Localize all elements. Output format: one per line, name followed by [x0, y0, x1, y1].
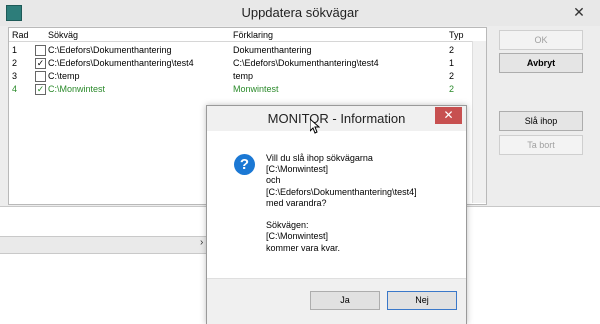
- mouse-cursor-icon: [309, 117, 321, 137]
- row-type: 2: [449, 71, 455, 81]
- close-icon[interactable]: ✕: [560, 2, 598, 22]
- scroll-right-icon[interactable]: ›: [200, 237, 203, 248]
- header-divider: [9, 41, 486, 42]
- vertical-scrollbar[interactable]: [472, 41, 486, 203]
- table-row[interactable]: 1 C:\Edefors\Dokumenthantering Dokumenthan…: [9, 44, 472, 57]
- row-number: 4: [12, 84, 18, 94]
- dialog-message-line: kommer vara kvar.: [266, 242, 341, 253]
- row-checkbox[interactable]: [35, 71, 46, 82]
- table-row[interactable]: 3 C:\temp temp 2: [9, 70, 472, 83]
- dialog-message-line: [C:\Monwintest]: [266, 164, 329, 175]
- dialog-message-line: med varandra?: [266, 197, 327, 208]
- dialog-title: MONITOR - Information: [267, 111, 406, 126]
- header-sokvag[interactable]: Sökväg: [48, 30, 78, 40]
- row-description: Monwintest: [233, 84, 279, 94]
- row-description: C:\Edefors\Dokumenthantering\test4: [233, 58, 379, 68]
- ja-button[interactable]: Ja: [310, 291, 380, 310]
- row-number: 1: [12, 45, 18, 55]
- dialog-message-line: Vill du slå ihop sökvägarna: [266, 153, 373, 163]
- main-titlebar: Uppdatera sökvägar ✕: [0, 0, 600, 26]
- dialog-message-line: och: [266, 175, 281, 186]
- row-number: 2: [12, 58, 18, 68]
- dialog-message-line: [C:\Edefors\Dokumenthantering\test4]: [266, 186, 417, 197]
- row-number: 3: [12, 71, 18, 81]
- row-path: C:\Edefors\Dokumenthantering: [48, 45, 172, 55]
- row-checkbox[interactable]: [35, 45, 46, 56]
- dialog-titlebar: MONITOR - Information ✕: [207, 106, 466, 131]
- header-forklaring[interactable]: Förklaring: [233, 30, 273, 40]
- row-path: C:\Edefors\Dokumenthantering\test4: [48, 58, 194, 68]
- row-description: Dokumenthantering: [233, 45, 312, 55]
- dialog-message-line: Sökvägen:: [266, 220, 309, 231]
- row-checkbox[interactable]: ✓: [35, 58, 46, 69]
- sla-ihop-button[interactable]: Slå ihop: [499, 111, 583, 131]
- row-description: temp: [233, 71, 254, 81]
- ta-bort-button[interactable]: Ta bort: [499, 135, 583, 155]
- header-rad[interactable]: Rad: [12, 30, 29, 40]
- question-icon: ?: [234, 154, 255, 175]
- header-typ[interactable]: Typ: [449, 30, 464, 40]
- row-type: 2: [449, 45, 455, 55]
- information-dialog: MONITOR - Information ✕ ? Vill du slå ih…: [206, 105, 467, 324]
- avbryt-button[interactable]: Avbryt: [499, 53, 583, 73]
- row-type: 2: [449, 84, 455, 94]
- table-row[interactable]: 2 ✓ C:\Edefors\Dokumenthantering\test4 C:\E…: [9, 57, 472, 70]
- ok-button[interactable]: OK: [499, 30, 583, 50]
- dialog-close-icon[interactable]: ✕: [435, 107, 462, 124]
- horizontal-scrollbar[interactable]: [0, 236, 210, 254]
- dialog-message-line: [C:\Monwintest]: [266, 231, 329, 242]
- row-checkbox[interactable]: ✓: [35, 84, 46, 95]
- nej-button[interactable]: Nej: [387, 291, 457, 310]
- main-window-title: Uppdatera sökvägar: [241, 5, 359, 20]
- row-path: C:\temp: [48, 71, 80, 81]
- table-row[interactable]: 4 ✓ C:\Monwintest Monwintest 2: [9, 83, 472, 96]
- row-type: 1: [449, 58, 455, 68]
- row-path: C:\Monwintest: [48, 84, 106, 94]
